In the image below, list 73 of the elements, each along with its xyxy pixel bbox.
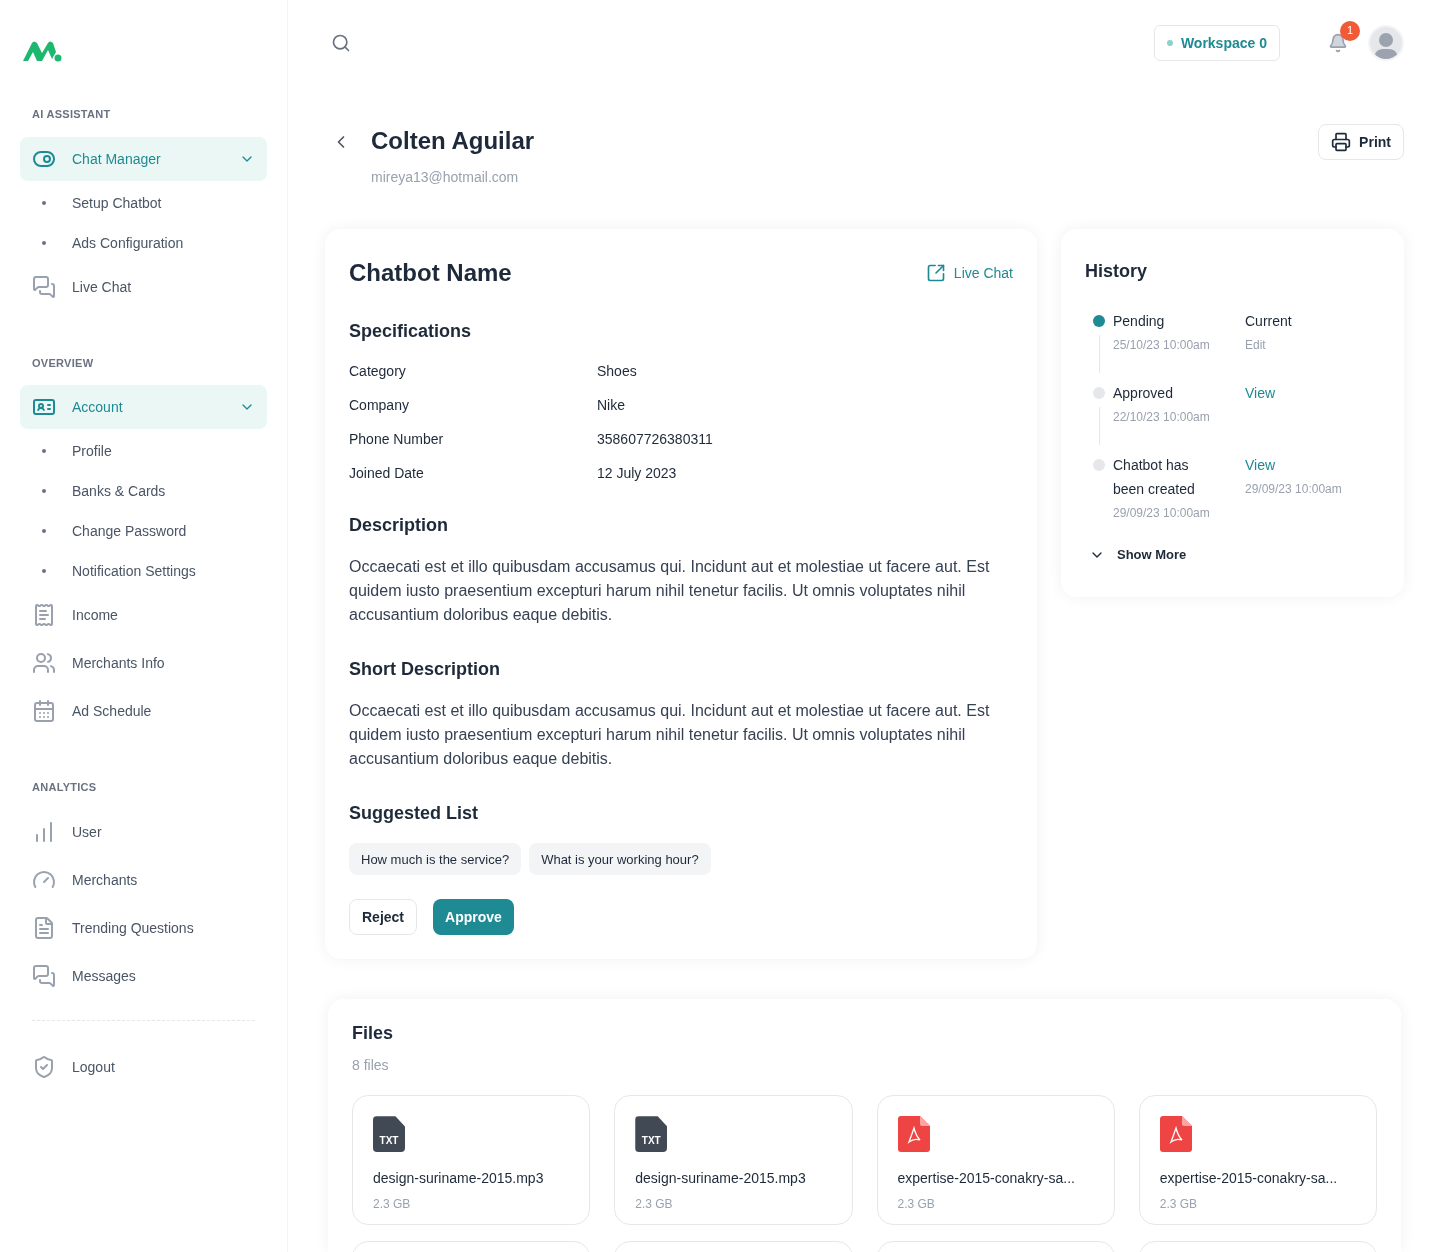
nav-item[interactable]: Trending Questions [20,905,267,950]
suggestion-chip[interactable]: What is your working hour? [529,843,711,876]
history-date: 22/10/23 10:00am [1113,409,1211,427]
file-name: design-suriname-2015.mp3 [635,1169,807,1189]
card-title: History [1085,260,1148,284]
spec-label: Phone Number [349,430,445,450]
spec-label: Category [349,362,407,382]
card-title: Files [352,1022,395,1046]
nav-subitem[interactable]: Banks & Cards [20,471,267,511]
spec-label: Joined Date [349,464,425,484]
spec-value: 358607726380311 [597,430,713,450]
spec-value: 12 July 2023 [597,464,677,484]
file-size: 2.3 GB [373,1196,412,1213]
section-title: Short Description [349,658,501,682]
file-card[interactable]: TXT design-suriname-2015.mp3 2.3 GB [352,1095,591,1226]
email-text: mireya13@hotmail.com [371,168,520,188]
nav-item[interactable]: Live Chat [20,264,267,309]
page-title: Colten Aguilar [371,126,535,157]
spec-value: Shoes [597,362,637,382]
section-heading: ANALYTICS [31,780,98,795]
section-title: Description [349,514,450,538]
nav-item[interactable]: Merchants [20,857,267,902]
reject-button[interactable]: Reject [349,899,418,936]
nav-subitem[interactable]: Notification Settings [20,551,267,591]
txt-file-icon: TXT [373,1116,405,1153]
section-heading: AI ASSISTANT [31,107,112,122]
nav-item[interactable]: Chat Manager [20,136,267,181]
file-count: 8 files [352,1056,390,1076]
file-size: 2.3 GB [635,1196,674,1213]
file-size: 2.3 GB [897,1196,936,1213]
workspace-button[interactable]: Workspace 0 [1153,24,1280,61]
logout-link[interactable]: Logout [20,1044,267,1089]
nav-item[interactable]: Account [20,385,267,429]
file-size: 2.3 GB [1159,1196,1199,1213]
file-name: design-suriname-2015.mp3 [373,1169,545,1189]
nav-item[interactable]: Merchants Info [20,641,267,685]
history-date: 25/10/23 10:00am [1113,337,1211,355]
notification-badge: 1 [1340,20,1360,41]
file-name: expertise-2015-conakry-sa... [897,1169,1076,1189]
history-status: Approved [1113,384,1174,404]
section-title: Suggested List [349,802,479,826]
live-chat-link[interactable]: Live Chat [925,263,1013,284]
short-description-text: Occaecati est et illo quibusdam accusamus qui. Incidunt aut et molestiae ut facere aut. Est quidem iusto praesentium excepturi harum nihil tenetur facilis. Ut omnis voluptates nihil accusantium doloribus eaque debitis. [349,701,991,770]
history-status: Chatbot has been created [1113,456,1196,500]
view-link[interactable]: View [1245,453,1342,478]
nav-subitem[interactable]: Profile [20,431,267,471]
suggestion-chip[interactable]: How much is the service? [349,843,522,876]
nav-item[interactable]: Messages [20,953,267,998]
show-more-button[interactable]: Show More [1089,545,1187,565]
section-heading: OVERVIEW [31,355,95,371]
history-date: 29/09/23 10:00am [1113,505,1211,523]
file-card[interactable]: expertise-2015-conakry-sa... 2.3 GB [876,1095,1115,1226]
file-name: expertise-2015-conakry-sa... [1159,1169,1339,1189]
current-label: Current [1245,312,1292,332]
file-card[interactable]: TXT design-suriname-2015.mp3 2.3 GB [614,1095,853,1226]
nav-item[interactable]: Income [20,593,267,637]
nav-subitem[interactable]: Change Password [20,511,267,551]
file-card[interactable]: expertise-2015-conakry-sa... 2.3 GB [1138,1095,1377,1226]
spec-value: Nike [597,396,625,416]
spec-label: Company [349,396,410,416]
card-title: Chatbot Name [349,258,513,289]
history-date: 29/09/23 10:00am [1245,481,1342,499]
nav-subitem[interactable]: Setup Chatbot [20,182,267,223]
print-button[interactable]: Print [1318,124,1404,161]
description-text: Occaecati est et illo quibusdam accusamus qui. Incidunt aut et molestiae ut facere aut. Est quidem iusto praesentium excepturi harum nihil tenetur facilis. Ut omnis voluptates nihil accusantium doloribus eaque debitis. [349,557,991,626]
approve-button[interactable]: Approve [433,899,514,936]
nav-item[interactable]: User [20,809,267,854]
section-title: Specifications [349,320,473,344]
txt-file-icon: TXT [635,1116,668,1153]
nav-subitem[interactable]: Ads Configuration [20,222,267,263]
nav-item[interactable]: Ad Schedule [20,689,267,733]
view-link[interactable]: View [1245,381,1276,406]
history-status: Pending [1113,312,1166,332]
